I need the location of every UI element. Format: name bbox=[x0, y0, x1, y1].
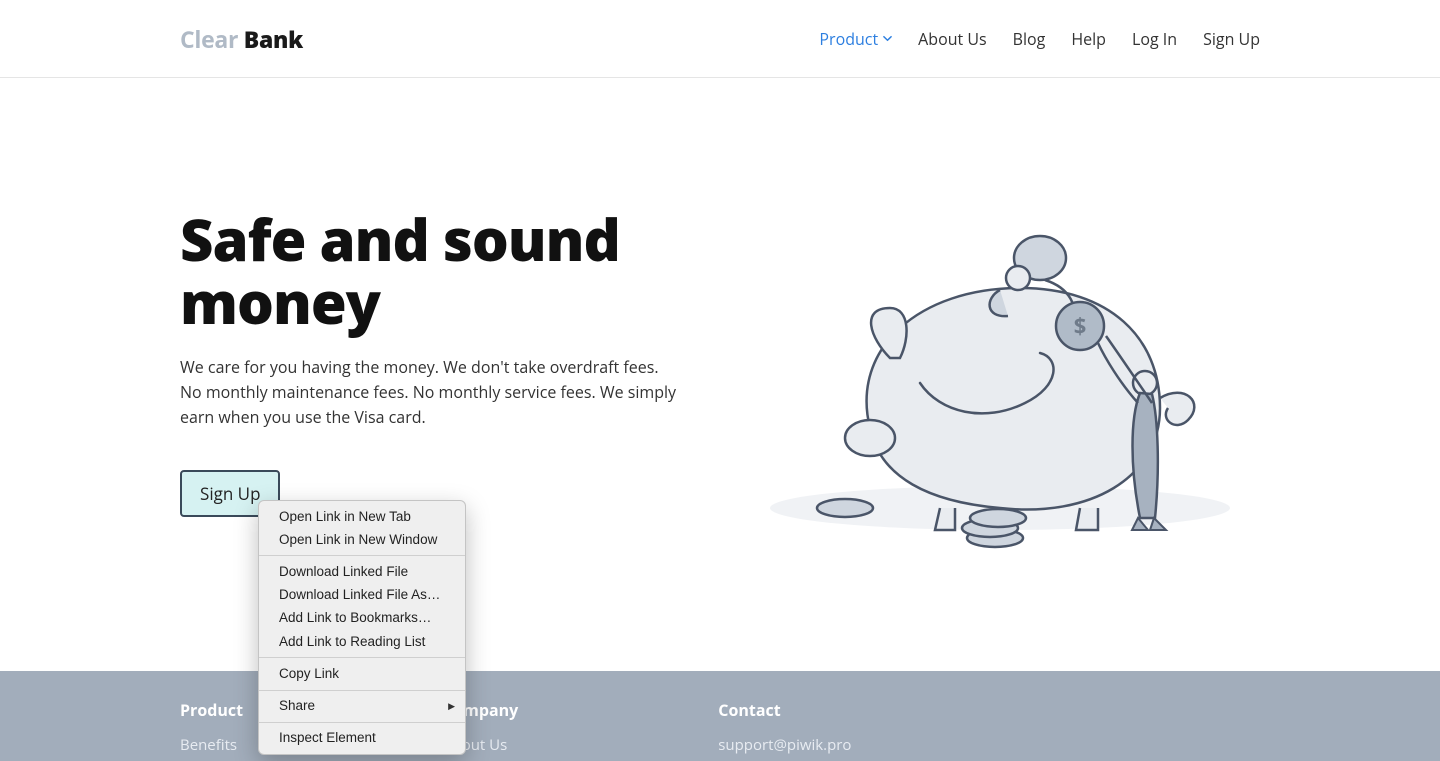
nav-help[interactable]: Help bbox=[1071, 28, 1106, 50]
ctx-open-new-tab[interactable]: Open Link in New Tab bbox=[259, 505, 465, 528]
nav-about[interactable]: About Us bbox=[918, 28, 987, 50]
brand-logo: Clear Bank bbox=[180, 23, 303, 55]
site-header: Clear Bank Product About Us Blog Help Lo… bbox=[0, 0, 1440, 78]
nav-blog[interactable]: Blog bbox=[1013, 28, 1046, 50]
ctx-open-new-window[interactable]: Open Link in New Window bbox=[259, 528, 465, 551]
nav-product[interactable]: Product bbox=[819, 28, 892, 50]
site-footer: Product Benefits Company About Us Contac… bbox=[0, 671, 1440, 761]
hero-text: Safe and sound money We care for you hav… bbox=[180, 208, 700, 517]
ctx-add-bookmarks[interactable]: Add Link to Bookmarks… bbox=[259, 607, 465, 630]
hero-section: Safe and sound money We care for you hav… bbox=[0, 78, 1440, 558]
ctx-separator bbox=[259, 657, 465, 658]
ctx-separator bbox=[259, 722, 465, 723]
ctx-add-reading-list[interactable]: Add Link to Reading List bbox=[259, 630, 465, 653]
logo-part-clear: Clear bbox=[180, 23, 238, 55]
footer-col-contact: Contact support@piwik.pro bbox=[718, 699, 851, 761]
footer-link-support-email[interactable]: support@piwik.pro bbox=[718, 735, 851, 755]
nav-signup[interactable]: Sign Up bbox=[1203, 28, 1260, 50]
ctx-inspect-element[interactable]: Inspect Element bbox=[259, 727, 465, 750]
hero-illustration: $ bbox=[740, 208, 1260, 558]
logo-part-bank: Bank bbox=[238, 23, 303, 55]
ctx-separator bbox=[259, 555, 465, 556]
ctx-share[interactable]: Share bbox=[259, 695, 465, 718]
nav-product-label: Product bbox=[819, 28, 878, 50]
svg-text:$: $ bbox=[1074, 311, 1087, 341]
hero-description: We care for you having the money. We don… bbox=[180, 355, 680, 429]
footer-heading-contact: Contact bbox=[718, 699, 851, 721]
footer-link-benefits[interactable]: Benefits bbox=[180, 735, 243, 755]
ctx-download-linked-file[interactable]: Download Linked File bbox=[259, 560, 465, 583]
footer-col-product: Product Benefits bbox=[180, 699, 243, 761]
ctx-copy-link[interactable]: Copy Link bbox=[259, 662, 465, 685]
footer-heading-product: Product bbox=[180, 699, 243, 721]
hero-title: Safe and sound money bbox=[180, 208, 700, 333]
context-menu: Open Link in New Tab Open Link in New Wi… bbox=[258, 500, 466, 755]
ctx-download-linked-file-as[interactable]: Download Linked File As… bbox=[259, 584, 465, 607]
nav-login[interactable]: Log In bbox=[1132, 28, 1177, 50]
primary-nav: Product About Us Blog Help Log In Sign U… bbox=[819, 28, 1260, 50]
ctx-separator bbox=[259, 690, 465, 691]
chevron-down-icon bbox=[883, 34, 892, 43]
